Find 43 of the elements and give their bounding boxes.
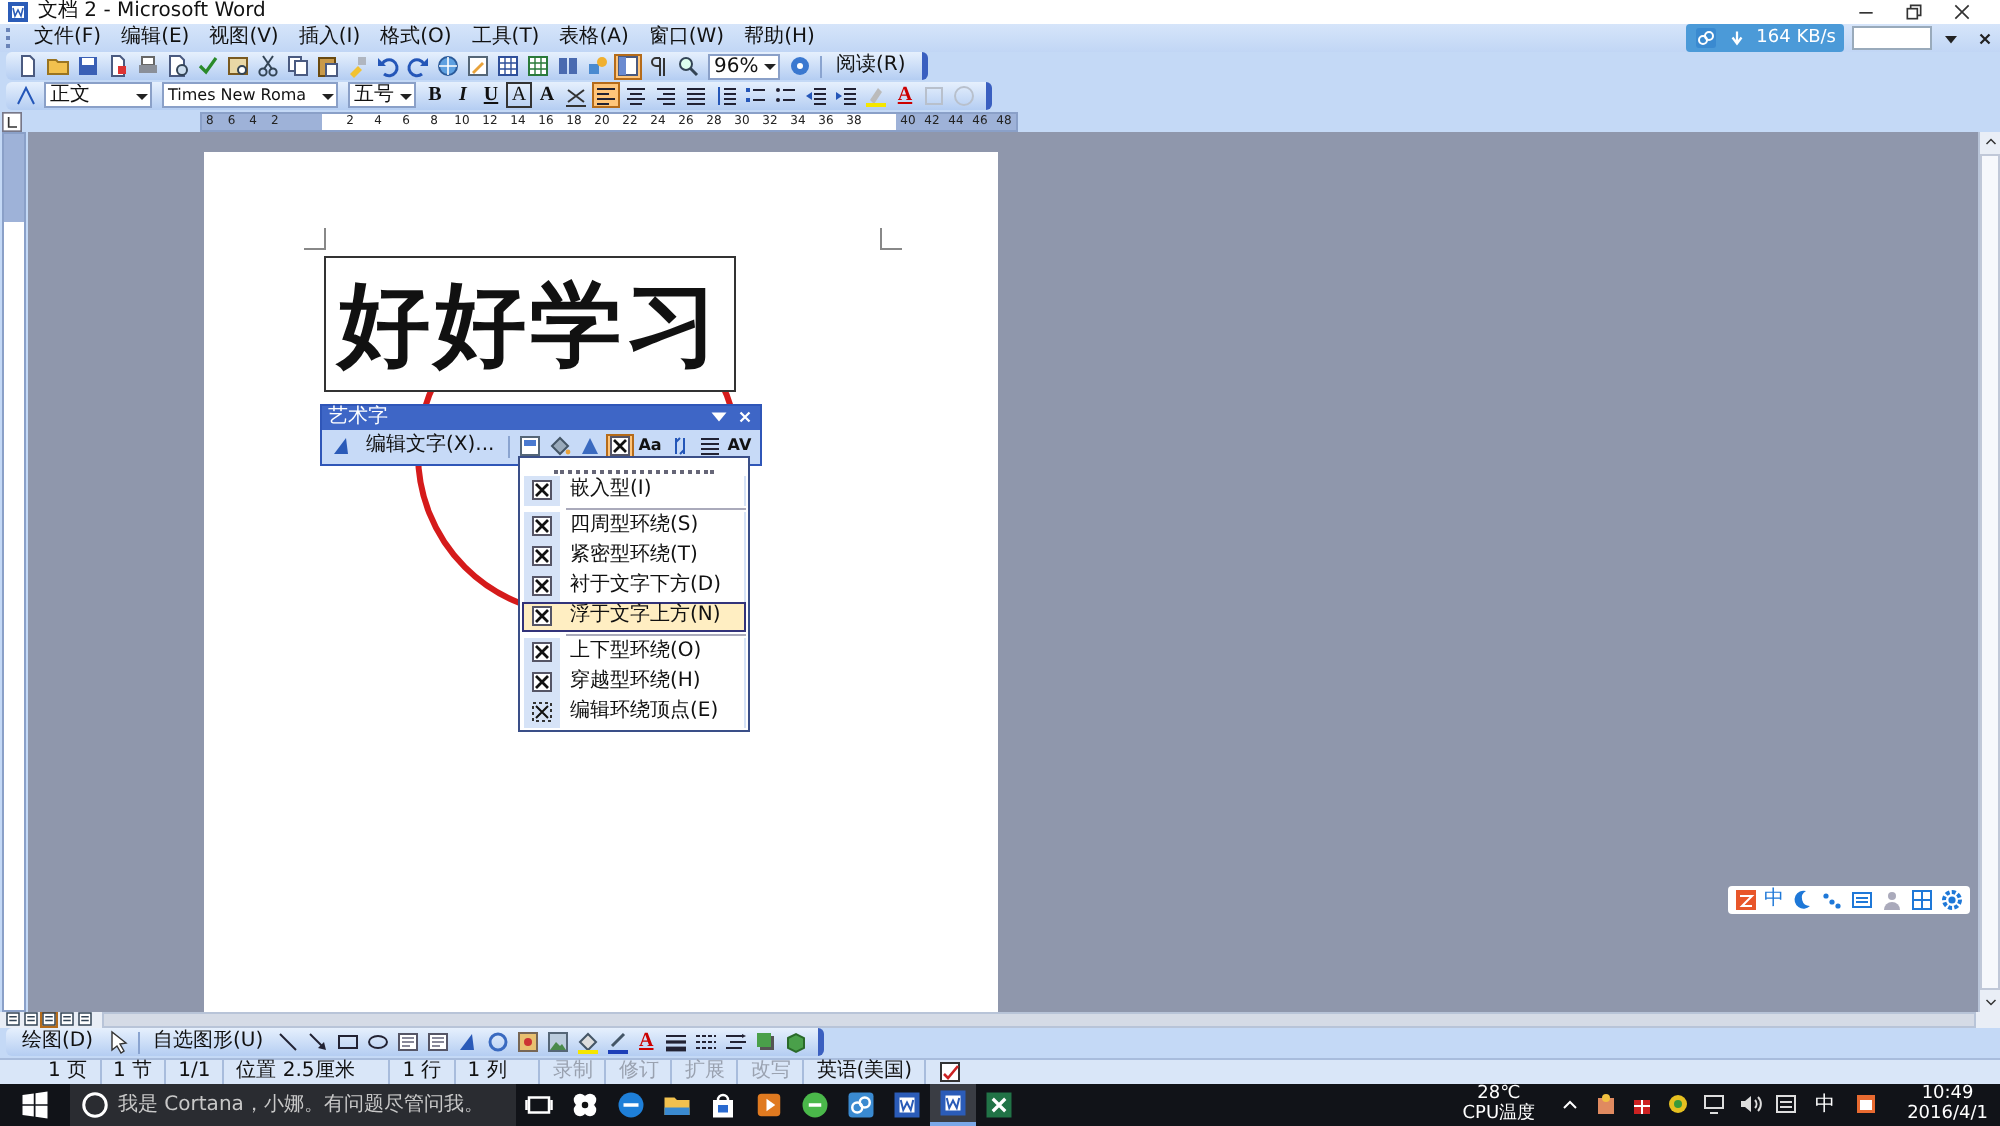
- italic-button[interactable]: I: [450, 82, 476, 109]
- menu-item[interactable]: 工具(T): [463, 24, 548, 52]
- input-mode[interactable]: 中: [1815, 1090, 1836, 1119]
- spacing-button[interactable]: AV: [725, 433, 754, 460]
- wordart-text[interactable]: 好好学习: [324, 255, 736, 392]
- menu-item[interactable]: 衬于文字下方(D): [522, 571, 746, 602]
- menu-item[interactable]: 文件(F): [26, 24, 110, 52]
- menu-item[interactable]: 上下型环绕(O): [522, 637, 746, 668]
- font-color-button[interactable]: A: [892, 82, 918, 109]
- draw-menu-button[interactable]: 绘图(D): [14, 1029, 102, 1056]
- menu-item[interactable]: 编辑(E): [113, 24, 198, 52]
- search-field[interactable]: 我是 Cortana，小娜。有问题尽管问我。: [70, 1083, 516, 1126]
- ime-mode[interactable]: 中: [1764, 887, 1784, 912]
- menu-item[interactable]: 帮助(H): [736, 24, 823, 52]
- menu-item[interactable]: 格式(O): [372, 24, 460, 52]
- clock-date[interactable]: 2016/4/1: [1907, 1104, 1988, 1125]
- temperature-label: CPU温度: [1462, 1104, 1536, 1125]
- menu-item[interactable]: 穿越型环绕(H): [522, 667, 746, 698]
- menu-item[interactable]: 嵌入型(I): [522, 475, 746, 506]
- font-color-button[interactable]: A: [633, 1029, 660, 1056]
- menu-item[interactable]: 插入(I): [290, 24, 369, 52]
- same-height-button[interactable]: Aa: [636, 433, 664, 460]
- menu-item[interactable]: 表格(A): [551, 24, 637, 52]
- menu-item[interactable]: 编辑环绕顶点(E): [522, 697, 746, 728]
- zoom-field[interactable]: 96%: [708, 53, 780, 80]
- underline-button[interactable]: U: [478, 82, 504, 109]
- menu-item[interactable]: 浮于文字上方(N): [522, 601, 746, 632]
- char-shading-button[interactable]: A: [534, 82, 560, 109]
- edit-text-button[interactable]: 编辑文字(X)...: [358, 433, 503, 460]
- font-field[interactable]: Times New Roma: [162, 82, 338, 109]
- clock-time[interactable]: 10:49: [1921, 1084, 1974, 1105]
- toolbar-title: 艺术字: [328, 405, 388, 430]
- bold-button[interactable]: B: [422, 82, 448, 109]
- char-border-button[interactable]: A: [506, 82, 532, 109]
- read-button[interactable]: 阅读(R): [828, 53, 914, 80]
- autoshapes-menu-button[interactable]: 自选图形(U): [145, 1029, 272, 1056]
- menu-item[interactable]: 四周型环绕(S): [522, 511, 746, 542]
- menu-item[interactable]: 窗口(W): [640, 24, 733, 52]
- menu-item[interactable]: 视图(V): [201, 24, 287, 52]
- temperature-text: 28℃: [1477, 1084, 1521, 1105]
- font-size-field[interactable]: 五号: [348, 82, 416, 109]
- speed-text: 164 KB/s: [1756, 28, 1836, 48]
- menu-item[interactable]: 紧密型环绕(T): [522, 541, 746, 572]
